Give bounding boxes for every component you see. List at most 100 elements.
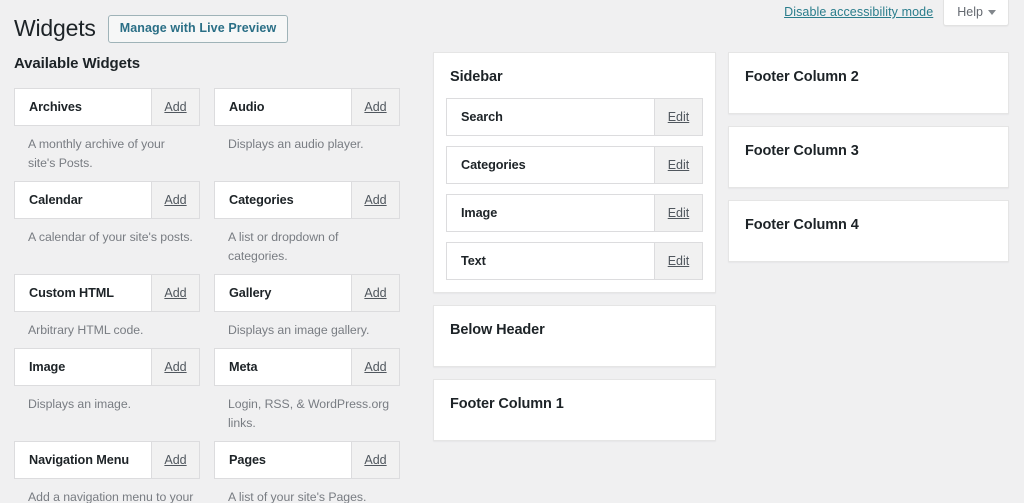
- widget-card[interactable]: Categories Add: [214, 181, 400, 220]
- help-label: Help: [957, 5, 983, 19]
- add-link-label: Add: [364, 360, 387, 375]
- add-widget-button[interactable]: Add: [151, 349, 199, 386]
- assigned-widget-title: Search: [447, 99, 654, 135]
- widget-description: Add a navigation menu to your sidebar.: [28, 490, 194, 503]
- widget-card[interactable]: Image Add: [14, 348, 200, 387]
- widget-card-title: Archives: [15, 89, 151, 125]
- widget-card-title: Audio: [215, 89, 351, 125]
- add-link-label: Add: [364, 286, 387, 301]
- widget-card[interactable]: Archives Add: [14, 88, 200, 126]
- manage-with-live-preview-button[interactable]: Manage with Live Preview: [107, 14, 289, 43]
- widget-description: Displays an image.: [28, 397, 131, 412]
- widget-description: Login, RSS, & WordPress.org links.: [228, 397, 390, 431]
- widget-area-title: Sidebar: [450, 69, 503, 85]
- widget-area-title: Footer Column 2: [745, 69, 859, 85]
- add-widget-button[interactable]: Add: [351, 182, 399, 219]
- widget-area-title: Footer Column 3: [745, 143, 859, 159]
- available-widget-calendar: Calendar Add A calendar of your site's pos…: [14, 181, 200, 266]
- utility-bar: Disable accessibility mode Help: [784, 0, 1024, 28]
- widget-card[interactable]: Custom HTML Add: [14, 274, 200, 313]
- add-link-label: Add: [164, 453, 187, 468]
- widget-area-sidebar[interactable]: Sidebar Search Edit Categories Edit Image Edit…: [433, 52, 716, 293]
- available-widget-navigation-menu: Navigation Menu Add Add a navigation menu …: [14, 441, 200, 503]
- available-widget-audio: Audio Add Displays an audio player.: [214, 88, 400, 173]
- widget-area-footer-column-2[interactable]: Footer Column 2: [728, 52, 1009, 114]
- assigned-widget[interactable]: Categories Edit: [446, 146, 703, 184]
- widget-card-title: Navigation Menu: [15, 442, 151, 479]
- available-widget-custom-html: Custom HTML Add Arbitrary HTML code.: [14, 274, 200, 340]
- page-title: Widgets: [14, 15, 96, 41]
- assigned-widget-title: Image: [447, 195, 654, 231]
- add-widget-button[interactable]: Add: [151, 442, 199, 479]
- widget-area-title: Footer Column 1: [450, 396, 564, 412]
- add-widget-button[interactable]: Add: [151, 275, 199, 312]
- available-widget-categories: Categories Add A list or dropdown of categ…: [214, 181, 400, 266]
- disable-accessibility-mode-link[interactable]: Disable accessibility mode: [784, 0, 933, 19]
- widget-area-footer-column-3[interactable]: Footer Column 3: [728, 126, 1009, 188]
- available-widget-gallery: Gallery Add Displays an image gallery.: [214, 274, 400, 340]
- widget-description: Displays an audio player.: [228, 137, 364, 151]
- widget-card[interactable]: Calendar Add: [14, 181, 200, 220]
- available-widgets-column: Available Widgets Archives Add A monthly a…: [14, 55, 400, 503]
- edit-link-label: Edit: [667, 110, 690, 124]
- add-widget-button[interactable]: Add: [151, 89, 199, 125]
- available-widget-meta: Meta Add Login, RSS, & WordPress.org links…: [214, 348, 400, 433]
- widget-card-title: Pages: [215, 442, 351, 479]
- widget-area-title: Below Header: [450, 322, 545, 338]
- edit-widget-button[interactable]: Edit: [654, 243, 702, 279]
- widget-area-title: Footer Column 4: [745, 217, 859, 233]
- available-widgets-heading: Available Widgets: [14, 55, 140, 72]
- assigned-widget[interactable]: Text Edit: [446, 242, 703, 280]
- help-tab-button[interactable]: Help: [943, 0, 1009, 26]
- edit-link-label: Edit: [667, 158, 690, 172]
- add-link-label: Add: [364, 100, 387, 114]
- add-link-label: Add: [364, 453, 387, 468]
- widget-card[interactable]: Gallery Add: [214, 274, 400, 313]
- add-link-label: Add: [164, 193, 187, 208]
- available-widget-image: Image Add Displays an image.: [14, 348, 200, 433]
- add-widget-button[interactable]: Add: [351, 89, 399, 125]
- widget-area-footer-column-4[interactable]: Footer Column 4: [728, 200, 1009, 262]
- add-link-label: Add: [164, 100, 187, 114]
- widget-card[interactable]: Meta Add: [214, 348, 400, 387]
- add-widget-button[interactable]: Add: [351, 349, 399, 386]
- assigned-widget-title: Categories: [447, 147, 654, 183]
- chevron-down-icon: [988, 10, 996, 15]
- edit-widget-button[interactable]: Edit: [654, 147, 702, 183]
- widget-areas-right-column: Footer Column 2 Footer Column 3 Footer Col…: [728, 52, 1009, 274]
- widget-description: Arbitrary HTML code.: [28, 323, 144, 338]
- widget-card-title: Meta: [215, 349, 351, 386]
- add-widget-button[interactable]: Add: [151, 182, 199, 219]
- available-widget-pages: Pages Add A list of your site's Pages.: [214, 441, 400, 503]
- add-widget-button[interactable]: Add: [351, 442, 399, 479]
- widget-area-below-header[interactable]: Below Header: [433, 305, 716, 367]
- widget-card-title: Gallery: [215, 275, 351, 312]
- assigned-widget-title: Text: [447, 243, 654, 279]
- page-header: Widgets Manage with Live Preview: [14, 14, 289, 44]
- edit-widget-button[interactable]: Edit: [654, 195, 702, 231]
- widget-area-footer-column-1[interactable]: Footer Column 1: [433, 379, 716, 441]
- widget-description: A calendar of your site's posts.: [28, 230, 193, 245]
- widget-card-title: Image: [15, 349, 151, 386]
- widget-description: Displays an image gallery.: [228, 323, 370, 338]
- widget-card[interactable]: Audio Add: [214, 88, 400, 126]
- add-link-label: Add: [164, 286, 187, 301]
- widget-description: A monthly archive of your site's Posts.: [28, 137, 165, 171]
- widget-description: A list of your site's Pages.: [228, 490, 367, 503]
- widget-description: A list or dropdown of categories.: [228, 230, 339, 264]
- widget-card-title: Custom HTML: [15, 275, 151, 312]
- available-widgets-grid: Archives Add A monthly archive of your sit…: [14, 88, 400, 503]
- edit-link-label: Edit: [667, 254, 690, 268]
- widget-card[interactable]: Navigation Menu Add: [14, 441, 200, 480]
- edit-link-label: Edit: [667, 206, 690, 220]
- widget-area-list: Search Edit Categories Edit Image Edit Text Edi…: [434, 85, 715, 292]
- edit-widget-button[interactable]: Edit: [654, 99, 702, 135]
- add-widget-button[interactable]: Add: [351, 275, 399, 312]
- widget-card-title: Categories: [215, 182, 351, 219]
- assigned-widget[interactable]: Search Edit: [446, 98, 703, 136]
- widget-areas-middle-column: Sidebar Search Edit Categories Edit Image Edit…: [433, 52, 716, 453]
- widget-card-title: Calendar: [15, 182, 151, 219]
- assigned-widget[interactable]: Image Edit: [446, 194, 703, 232]
- widget-card[interactable]: Pages Add: [214, 441, 400, 480]
- available-widget-archives: Archives Add A monthly archive of your sit…: [14, 88, 200, 173]
